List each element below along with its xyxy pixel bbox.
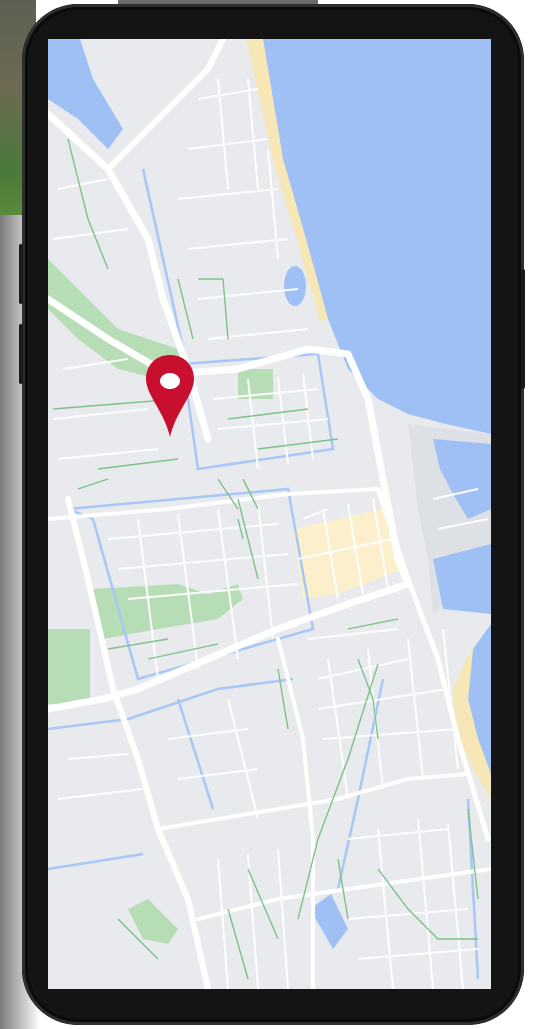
pin-center	[160, 373, 180, 389]
phone-power-button	[521, 269, 525, 389]
park	[48, 629, 90, 704]
map-canvas[interactable]	[48, 39, 491, 989]
phone-volume-button	[19, 324, 23, 384]
map-view[interactable]	[48, 39, 491, 989]
phone-volume-button	[19, 244, 23, 304]
pond	[284, 266, 306, 306]
